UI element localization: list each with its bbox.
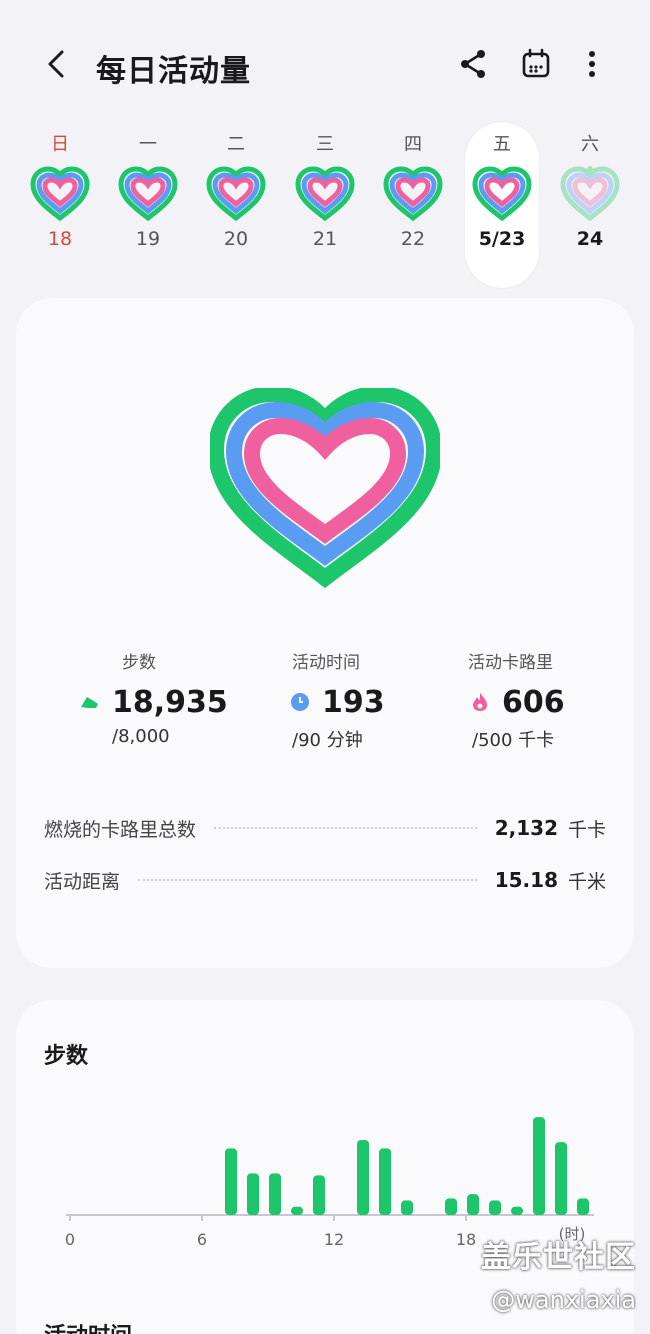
shoe-icon xyxy=(81,697,98,708)
steps-bar-hour-10 xyxy=(291,1206,303,1215)
steps-stat: 步数 18,935 /8,000 xyxy=(78,648,284,747)
active-time-stat: 活动时间 193 /90 分钟 xyxy=(288,648,494,752)
x-tick-label: 18 xyxy=(456,1230,476,1249)
weekday-label: 二 xyxy=(227,134,245,155)
date-label: 20 xyxy=(223,228,249,250)
distance-unit: 千米 xyxy=(567,870,606,893)
watermark-handle: @wanxiaxia xyxy=(491,1286,636,1314)
more-vert-icon[interactable] xyxy=(572,44,612,84)
day-18[interactable]: 日 18 xyxy=(23,122,97,288)
steps-bar-hour-14 xyxy=(379,1148,391,1215)
total-calories-label: 燃烧的卡路里总数 xyxy=(44,818,197,841)
weekday-label: 一 xyxy=(139,134,157,155)
day-21[interactable]: 三 21 xyxy=(288,122,362,288)
flame-icon xyxy=(473,693,487,711)
app-header: 每日活动量 xyxy=(0,0,650,130)
distance-label: 活动距离 xyxy=(44,870,121,893)
total-calories-unit: 千卡 xyxy=(567,818,606,841)
steps-label: 步数 xyxy=(122,653,156,673)
watermark-text: 盖乐世社区 xyxy=(481,1240,636,1275)
total-calories-value: 2,132 xyxy=(494,816,558,840)
steps-bar-hour-7 xyxy=(225,1148,237,1215)
activity-ring-icon xyxy=(294,166,356,222)
steps-bar-hour-17 xyxy=(445,1198,457,1215)
active-calories-label: 活动卡路里 xyxy=(468,653,553,673)
week-selector: 日 18 一 19 二 20 三 21 四 22 五 5/23 六 24 xyxy=(0,122,650,292)
date-label: 21 xyxy=(312,228,338,250)
steps-chart-card[interactable]: 步数 0 6 12 18 (时) xyxy=(16,1000,634,1334)
x-tick-label: 6 xyxy=(197,1230,207,1249)
active-time-label: 活动时间 xyxy=(292,653,360,673)
steps-bar-hour-15 xyxy=(401,1200,413,1215)
date-label: 24 xyxy=(576,228,604,250)
steps-value: 18,935 xyxy=(112,684,228,720)
share-icon[interactable] xyxy=(454,44,494,84)
active-calories-value: 606 xyxy=(502,684,565,720)
distance-row: 活动距离 15.18 千米 xyxy=(44,862,606,898)
active-calories-goal: /500 千卡 xyxy=(472,730,555,751)
x-tick-label: 12 xyxy=(324,1230,344,1249)
day-23-selected[interactable]: 五 5/23 xyxy=(465,122,539,288)
activity-ring-icon xyxy=(29,166,91,222)
active-time-section-title: 活动时间 xyxy=(44,1318,132,1334)
steps-bar-hour-23 xyxy=(577,1198,589,1215)
steps-bar-hour-13 xyxy=(357,1140,369,1215)
day-24[interactable]: 六 24 xyxy=(553,122,627,288)
date-label: 18 xyxy=(47,228,73,250)
steps-bar-chart: 0 6 12 18 (时) xyxy=(65,1117,594,1249)
active-time-value: 193 xyxy=(322,684,385,720)
weekday-label: 六 xyxy=(581,134,599,155)
steps-bar-hour-18 xyxy=(467,1194,479,1215)
activity-ring-icon xyxy=(559,166,621,222)
steps-bar-hour-19 xyxy=(489,1200,501,1215)
steps-bar-hour-11 xyxy=(313,1175,325,1215)
date-label: 22 xyxy=(400,228,426,250)
dotted-leader xyxy=(214,827,477,829)
steps-bar-hour-22 xyxy=(555,1142,567,1215)
active-calories-stat: 活动卡路里 606 /500 千卡 xyxy=(468,648,650,752)
steps-bar-hour-8 xyxy=(247,1173,259,1215)
activity-ring-icon xyxy=(471,166,533,222)
activity-rings-heart xyxy=(210,388,440,588)
weekday-label: 三 xyxy=(316,134,334,155)
day-22[interactable]: 四 22 xyxy=(376,122,450,288)
weekday-label: 日 xyxy=(51,134,69,155)
steps-bar-hour-20 xyxy=(511,1206,523,1215)
activity-summary-card: 步数 18,935 /8,000 活动时间 193 /90 分钟 活动卡路里 6… xyxy=(16,298,634,968)
day-19[interactable]: 一 19 xyxy=(111,122,185,288)
weekday-label: 五 xyxy=(493,134,511,155)
day-20[interactable]: 二 20 xyxy=(199,122,273,288)
active-time-goal: /90 分钟 xyxy=(292,730,363,751)
x-tick-label: 0 xyxy=(65,1230,75,1249)
dotted-leader xyxy=(138,879,477,881)
back-arrow-icon[interactable] xyxy=(38,44,78,84)
total-calories-row: 燃烧的卡路里总数 2,132 千卡 xyxy=(44,810,606,846)
steps-goal: /8,000 xyxy=(112,726,170,747)
steps-bar-hour-9 xyxy=(269,1173,281,1215)
steps-bar-hour-21 xyxy=(533,1117,545,1215)
calendar-icon[interactable] xyxy=(516,44,556,84)
page-title: 每日活动量 xyxy=(96,54,251,89)
distance-value: 15.18 xyxy=(494,868,558,892)
activity-ring-icon xyxy=(382,166,444,222)
activity-ring-icon xyxy=(205,166,267,222)
date-label: 5/23 xyxy=(478,228,526,250)
activity-ring-icon xyxy=(117,166,179,222)
clock-icon xyxy=(291,693,309,711)
weekday-label: 四 xyxy=(404,134,422,155)
date-label: 19 xyxy=(135,228,161,250)
